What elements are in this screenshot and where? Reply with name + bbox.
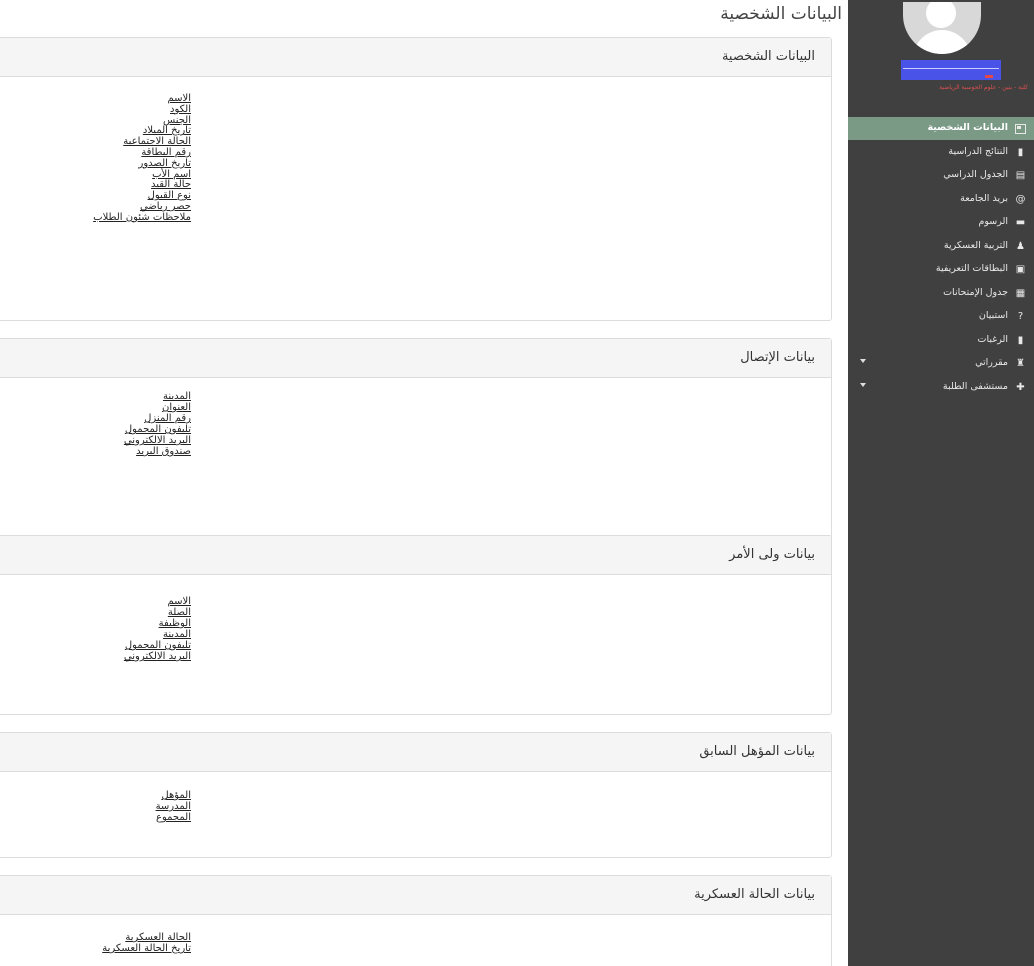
section-header: بيانات المؤهل السابق xyxy=(0,733,831,772)
field-list: الاسم الكود الجنس تاريخ الميلاد الحالة الاجت… xyxy=(93,93,191,224)
sidebar-item[interactable]: ▮ النتائج الدراسية xyxy=(848,141,1034,164)
sidebar-item-label: البيانات الشخصية xyxy=(927,122,1008,133)
field-label: الكود xyxy=(170,103,191,115)
field-label: البريد الالكتروني xyxy=(123,435,191,446)
faculty-label: كلية - بنين - علوم الحوسبة الرياضية xyxy=(939,84,1028,91)
section-panel: بيانات المؤهل السابق المؤهل المدرسة المجموع xyxy=(0,732,832,858)
sidebar-item-label: جدول الإمتحانات xyxy=(943,286,1008,298)
question-circle-icon: ? xyxy=(1017,311,1024,322)
field-label: العنوان xyxy=(162,402,191,413)
field-label: تليفون المحمول xyxy=(124,424,191,435)
sidebar-item[interactable]: ✚ مستشفى الطلبة xyxy=(848,376,1034,399)
users-icon: ♟ xyxy=(1016,240,1025,252)
field-label: المدينة xyxy=(162,391,191,402)
sidebar: كلية - بنين - علوم الحوسبة الرياضية البي… xyxy=(848,0,1034,966)
sidebar-item[interactable]: ? استبيان xyxy=(848,305,1034,328)
sidebar-item-label: بريد الجامعة xyxy=(960,192,1008,204)
field-label: الحالة العسكرية xyxy=(125,932,191,943)
field-label: الوظيفة xyxy=(158,618,191,629)
section-panel: بيانات الإتصال المدينة العنوان رقم المنزل تل… xyxy=(0,338,832,548)
sidebar-item-label: استبيان xyxy=(978,310,1008,321)
section-panel: البيانات الشخصية الاسم الكود الجنس تاريخ الم… xyxy=(0,37,832,321)
sidebar-item-label: الجدول الدراسي xyxy=(943,169,1008,180)
vcard-icon: ▣ xyxy=(1015,264,1026,275)
field-label: البريد الالكتروني xyxy=(123,651,191,662)
sidebar-item[interactable]: @ بريد الجامعة xyxy=(848,188,1034,211)
sidebar-item[interactable]: ♜ مقرراتي xyxy=(848,352,1034,375)
sidebar-item-label: مقرراتي xyxy=(975,357,1008,368)
section-header: بيانات الإتصال xyxy=(0,339,831,378)
field-label: المجموع xyxy=(156,812,191,823)
field-list: المؤهل المدرسة المجموع xyxy=(156,790,191,823)
field-list: الحالة العسكرية تاريخ الحالة العسكرية xyxy=(102,932,191,954)
money-icon: ▬ xyxy=(1015,217,1026,228)
sidebar-item[interactable]: ▬ الرسوم xyxy=(848,211,1034,234)
section-title: البيانات الشخصية xyxy=(721,49,815,64)
sidebar-item[interactable]: ▣ البطاقات التعريفية xyxy=(848,258,1034,281)
field-label: المدينة xyxy=(162,629,191,640)
sidebar-item-label: النتائج الدراسية xyxy=(948,145,1008,157)
section-header: بيانات الحالة العسكرية xyxy=(0,876,831,915)
avatar xyxy=(903,2,981,54)
sidebar-item-label: البطاقات التعريفية xyxy=(935,263,1008,274)
sidebar-item[interactable]: ♟ التربية العسكرية xyxy=(848,235,1034,258)
sidebar-item[interactable]: البيانات الشخصية xyxy=(848,117,1034,140)
books-icon: ♜ xyxy=(1016,358,1025,369)
section-title: بيانات ولى الأمر xyxy=(729,547,815,562)
field-list: المدينة العنوان رقم المنزل تليفون المحمول ال… xyxy=(124,391,191,457)
field-label: الاسم xyxy=(167,596,191,607)
field-label: تليفون المحمول xyxy=(124,640,191,651)
section-panel: بيانات ولى الأمر الاسم الصلة الوظيفة المدينة… xyxy=(0,535,832,715)
clipboard-icon: ▮ xyxy=(1017,334,1024,346)
field-label: تاريخ الصدور xyxy=(138,157,191,169)
field-label: المدرسة xyxy=(155,801,191,812)
sidebar-item[interactable]: ▤ الجدول الدراسي xyxy=(848,164,1034,187)
sidebar-item-label: الرغبات xyxy=(977,333,1008,345)
section-panel: بيانات الحالة العسكرية الحالة العسكرية تار… xyxy=(0,875,832,966)
section-title: بيانات الحالة العسكرية xyxy=(694,887,815,902)
caret-down-icon[interactable] xyxy=(860,382,866,387)
calendar-exam-icon: ▦ xyxy=(1015,287,1026,299)
section-title: بيانات المؤهل السابق xyxy=(699,744,815,759)
section-header: بيانات ولى الأمر xyxy=(0,536,831,575)
student-name-redacted xyxy=(901,60,1001,80)
field-label: رقم المنزل xyxy=(144,413,191,424)
avatar-shoulders xyxy=(913,30,971,54)
at-icon: @ xyxy=(1015,193,1026,205)
field-label: تاريخ الحالة العسكرية xyxy=(102,943,191,954)
caret-down-icon[interactable] xyxy=(860,359,866,363)
page-title: البيانات الشخصية xyxy=(720,4,842,24)
sidebar-item-label: التربية العسكرية xyxy=(943,239,1008,251)
main-content: البيانات الشخصية البيانات الشخصية الاسم ال… xyxy=(0,0,848,966)
field-label: صندوق البريد xyxy=(136,446,191,457)
field-label: الصلة xyxy=(167,607,191,618)
avatar-head xyxy=(926,2,956,28)
bar-chart-icon: ▮ xyxy=(1017,146,1024,158)
sidebar-item[interactable]: ▮ الرغبات xyxy=(848,329,1034,352)
field-label: ملاحظات شئون الطلاب xyxy=(93,211,191,223)
field-list: الاسم الصلة الوظيفة المدينة تليفون المحمول ال… xyxy=(124,596,191,662)
hospital-icon: ✚ xyxy=(1016,381,1025,393)
calendar-icon: ▤ xyxy=(1015,170,1026,181)
sidebar-item[interactable]: ▦ جدول الإمتحانات xyxy=(848,282,1034,305)
id-card-icon xyxy=(1015,123,1026,134)
section-header: البيانات الشخصية xyxy=(0,38,831,77)
field-label: المؤهل xyxy=(161,790,191,801)
section-title: بيانات الإتصال xyxy=(740,350,815,365)
sidebar-item-label: مستشفى الطلبة xyxy=(942,380,1008,392)
sidebar-item-label: الرسوم xyxy=(978,216,1008,227)
